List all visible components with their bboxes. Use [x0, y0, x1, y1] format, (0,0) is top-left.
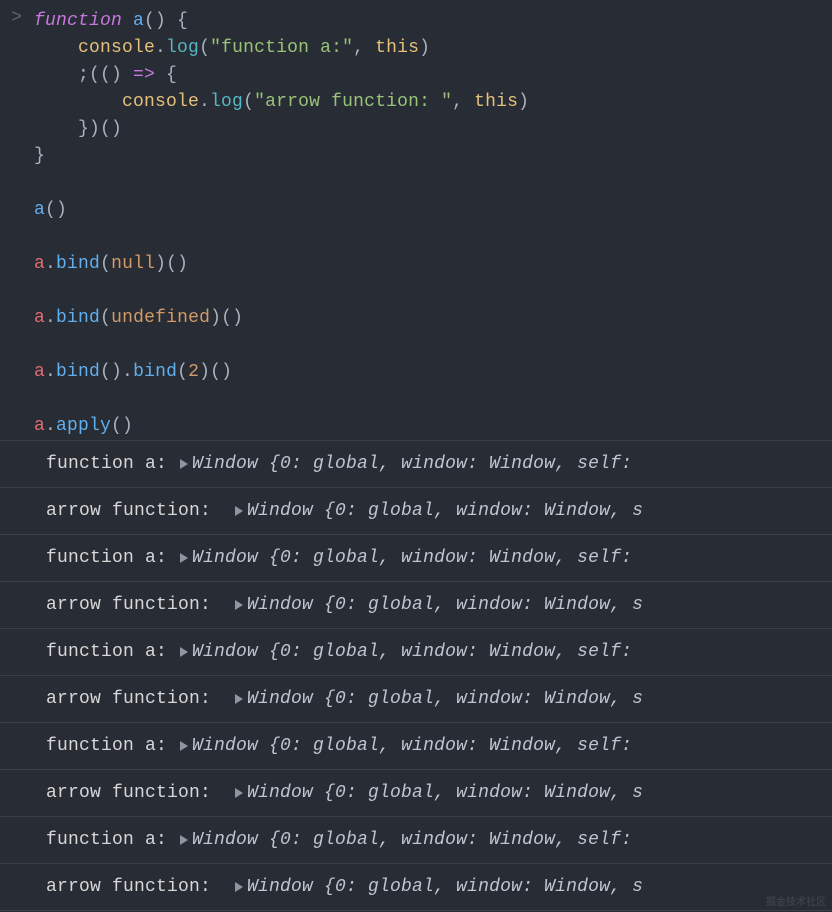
output-label: arrow function:: [46, 783, 233, 803]
output-object-repr[interactable]: Window {0: global, window: Window, self:: [192, 454, 632, 474]
console-output-row[interactable]: arrow function: Window {0: global, windo…: [0, 770, 832, 817]
console-output-row[interactable]: arrow function: Window {0: global, windo…: [0, 488, 832, 535]
output-object-repr[interactable]: Window {0: global, window: Window, self:: [192, 642, 632, 662]
console-code-input[interactable]: function a() { console.log("function a:"…: [34, 8, 832, 440]
output-object-repr[interactable]: Window {0: global, window: Window, s: [247, 595, 643, 615]
output-label: arrow function:: [46, 877, 233, 897]
output-object-repr[interactable]: Window {0: global, window: Window, s: [247, 689, 643, 709]
console-output-row[interactable]: arrow function: Window {0: global, windo…: [0, 676, 832, 723]
expand-triangle-icon[interactable]: [180, 835, 188, 845]
output-object-repr[interactable]: Window {0: global, window: Window, self:: [192, 548, 632, 568]
output-label: arrow function:: [46, 689, 233, 709]
output-label: function a:: [46, 548, 178, 568]
output-object-repr[interactable]: Window {0: global, window: Window, s: [247, 783, 643, 803]
output-object-repr[interactable]: Window {0: global, window: Window, self:: [192, 736, 632, 756]
output-object-repr[interactable]: Window {0: global, window: Window, s: [247, 877, 643, 897]
expand-triangle-icon[interactable]: [180, 553, 188, 563]
console-output-row[interactable]: arrow function: Window {0: global, windo…: [0, 864, 832, 911]
expand-triangle-icon[interactable]: [180, 459, 188, 469]
expand-triangle-icon[interactable]: [180, 741, 188, 751]
console-output-row[interactable]: function a: Window {0: global, window: W…: [0, 441, 832, 488]
expand-triangle-icon[interactable]: [235, 506, 243, 516]
expand-triangle-icon[interactable]: [235, 694, 243, 704]
output-label: function a:: [46, 736, 178, 756]
console-output-row[interactable]: function a: Window {0: global, window: W…: [0, 629, 832, 676]
expand-triangle-icon[interactable]: [235, 600, 243, 610]
output-label: arrow function:: [46, 501, 233, 521]
expand-triangle-icon[interactable]: [180, 647, 188, 657]
console-output-row[interactable]: function a: Window {0: global, window: W…: [0, 535, 832, 582]
console-input-block: > function a() { console.log("function a…: [0, 0, 832, 440]
watermark: 掘金技术社区: [766, 893, 826, 908]
output-label: function a:: [46, 830, 178, 850]
console-output-row[interactable]: function a: Window {0: global, window: W…: [0, 817, 832, 864]
expand-triangle-icon[interactable]: [235, 882, 243, 892]
output-label: function a:: [46, 642, 178, 662]
console-output-row[interactable]: function a: Window {0: global, window: W…: [0, 723, 832, 770]
console-output: function a: Window {0: global, window: W…: [0, 440, 832, 911]
prompt-icon: >: [0, 8, 34, 440]
console-output-row[interactable]: arrow function: Window {0: global, windo…: [0, 582, 832, 629]
output-label: function a:: [46, 454, 178, 474]
output-object-repr[interactable]: Window {0: global, window: Window, s: [247, 501, 643, 521]
devtools-console: > function a() { console.log("function a…: [0, 0, 832, 912]
expand-triangle-icon[interactable]: [235, 788, 243, 798]
output-object-repr[interactable]: Window {0: global, window: Window, self:: [192, 830, 632, 850]
output-label: arrow function:: [46, 595, 233, 615]
